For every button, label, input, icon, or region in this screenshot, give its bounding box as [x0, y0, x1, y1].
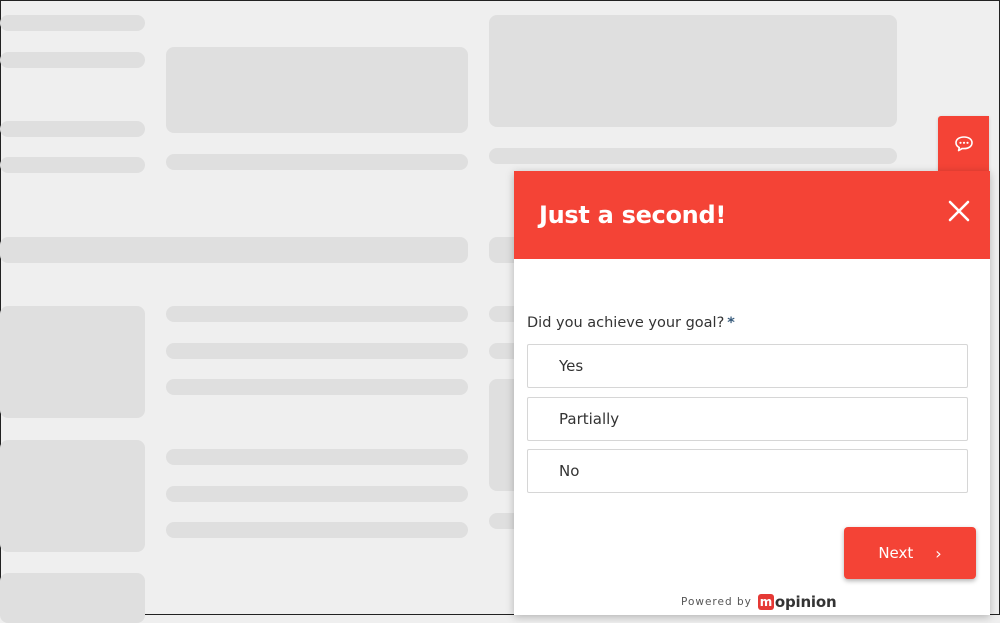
question-text: Did you achieve your goal?: [527, 315, 725, 331]
option-partially[interactable]: Partially: [527, 397, 968, 441]
powered-by-text: Powered by: [681, 596, 752, 608]
survey-title: Just a second!: [539, 201, 726, 229]
next-label: Next: [878, 544, 914, 562]
feedback-survey-panel: Just a second! Did you achieve your goal…: [514, 171, 990, 615]
option-no[interactable]: No: [527, 449, 968, 493]
next-button[interactable]: Next ›: [844, 527, 976, 579]
required-asterisk: *: [727, 315, 735, 331]
mopinion-logo-mark: m: [757, 594, 774, 610]
option-label: Partially: [559, 410, 620, 428]
chat-bubble-icon: [954, 136, 973, 152]
close-icon[interactable]: [946, 198, 972, 224]
option-label: No: [559, 462, 580, 480]
question-label: Did you achieve your goal? *: [527, 315, 735, 331]
mopinion-logo[interactable]: m opinion: [757, 593, 837, 611]
option-yes[interactable]: Yes: [527, 344, 968, 388]
option-label: Yes: [559, 357, 584, 375]
powered-by: Powered by m opinion: [681, 593, 837, 611]
survey-header: Just a second!: [514, 171, 990, 259]
mopinion-logo-text: opinion: [774, 593, 837, 611]
chevron-right-icon: ›: [935, 543, 942, 563]
feedback-tab-button[interactable]: [938, 116, 989, 172]
